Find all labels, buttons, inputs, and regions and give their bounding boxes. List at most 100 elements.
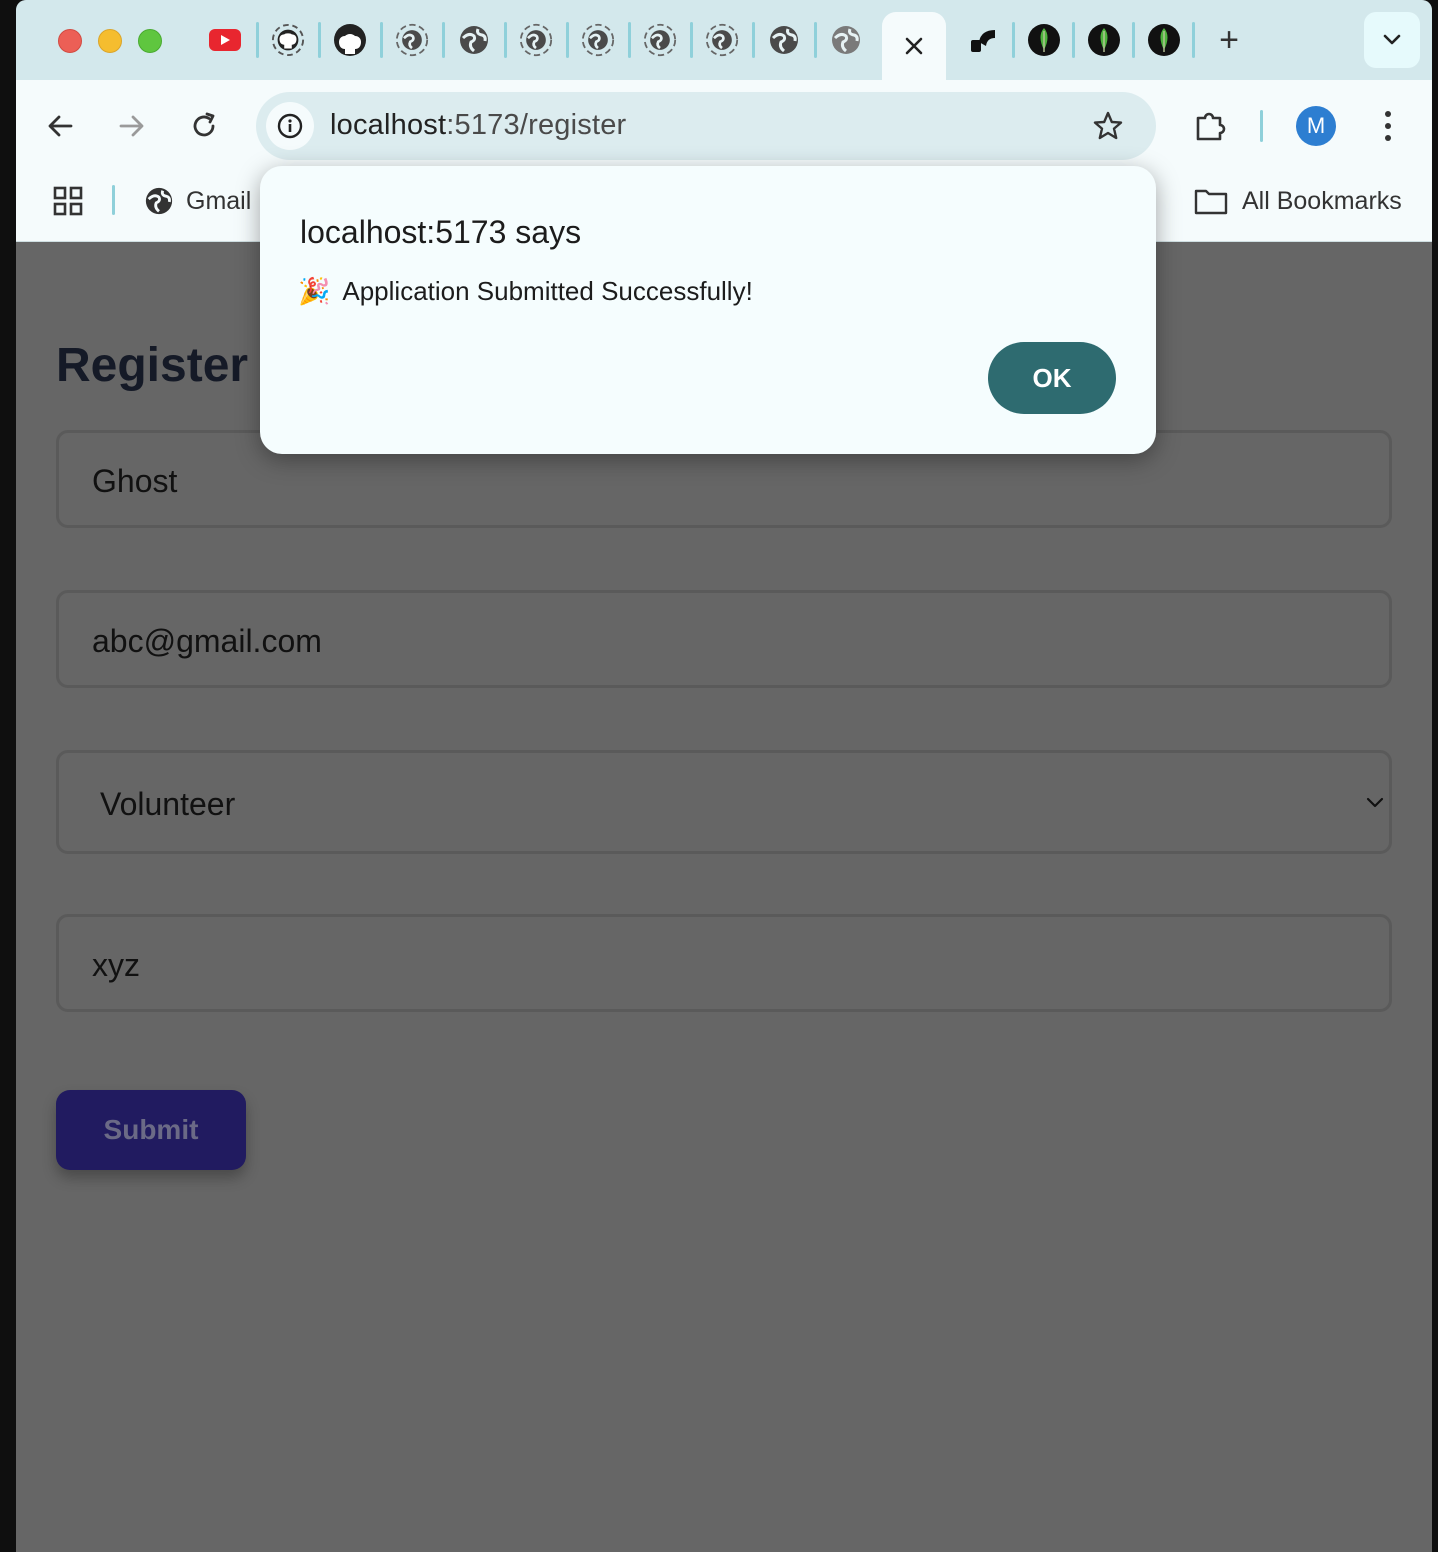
- all-bookmarks-label: All Bookmarks: [1242, 186, 1402, 215]
- bookmark-gmail-label: Gmail: [186, 186, 252, 215]
- maximize-window-button[interactable]: [138, 29, 162, 53]
- bookmarks-separator: [112, 185, 115, 215]
- minimize-window-button[interactable]: [98, 29, 122, 53]
- tab-mongodb-3[interactable]: [1147, 23, 1181, 57]
- tab-github-loading[interactable]: [271, 23, 305, 57]
- tab-separator: [380, 22, 383, 58]
- folder-icon: [1194, 189, 1228, 215]
- tab-globe-2[interactable]: [767, 23, 801, 57]
- tab-separator: [1192, 22, 1195, 58]
- extra-input[interactable]: xyz: [56, 914, 1392, 1012]
- tab-separator: [318, 22, 321, 58]
- browser-toolbar: localhost:5173/register M: [16, 80, 1432, 172]
- bookmark-gmail[interactable]: Gmail: [144, 185, 251, 217]
- extensions-button[interactable]: [1190, 104, 1230, 148]
- tab-render[interactable]: [967, 23, 1001, 57]
- tab-separator: [504, 22, 507, 58]
- tab-mongodb-2[interactable]: [1087, 23, 1121, 57]
- globe-icon: [832, 26, 860, 54]
- github-icon: [334, 24, 366, 56]
- address-bar[interactable]: localhost:5173/register: [256, 92, 1156, 160]
- dialog-message: 🎉 Application Submitted Successfully!: [298, 276, 753, 307]
- tab-youtube[interactable]: [208, 23, 242, 57]
- mongodb-leaf-icon: [1148, 24, 1180, 56]
- browser-menu-button[interactable]: [1370, 104, 1406, 148]
- arrow-left-icon: [48, 115, 73, 137]
- close-window-button[interactable]: [58, 29, 82, 53]
- party-popper-icon: 🎉: [298, 276, 331, 306]
- render-icon: [971, 30, 995, 52]
- globe-loading-icon: [395, 23, 429, 57]
- tab-loading-1[interactable]: [395, 23, 429, 57]
- tab-separator: [566, 22, 569, 58]
- tab-active-register[interactable]: [882, 12, 946, 80]
- site-info-button[interactable]: [266, 102, 314, 150]
- kebab-dot: [1385, 123, 1391, 129]
- submit-button[interactable]: Submit: [56, 1090, 246, 1170]
- tab-separator: [1132, 22, 1135, 58]
- dialog-message-text: Application Submitted Successfully!: [342, 276, 753, 306]
- tab-globe-3[interactable]: [829, 23, 863, 57]
- youtube-icon: [209, 29, 241, 51]
- globe-icon: [460, 26, 488, 54]
- ok-button[interactable]: OK: [988, 342, 1116, 414]
- bookmark-star-button[interactable]: [1090, 108, 1126, 144]
- info-icon: [277, 113, 303, 139]
- forward-button[interactable]: [110, 104, 154, 148]
- chevron-down-icon: [1383, 34, 1401, 45]
- globe-loading-icon: [643, 23, 677, 57]
- github-loading-icon: [271, 23, 305, 57]
- globe-loading-icon: [581, 23, 615, 57]
- close-icon[interactable]: [904, 36, 924, 56]
- alert-dialog: localhost:5173 says 🎉 Application Submit…: [260, 166, 1156, 454]
- email-input[interactable]: abc@gmail.com: [56, 590, 1392, 688]
- tab-github[interactable]: [333, 23, 367, 57]
- role-select-value: Volunteer: [100, 786, 236, 822]
- tab-loading-2[interactable]: [519, 23, 553, 57]
- mongodb-leaf-icon: [1028, 24, 1060, 56]
- kebab-dot: [1385, 135, 1391, 141]
- url-host: localhost: [330, 109, 447, 141]
- tab-separator: [1072, 22, 1075, 58]
- kebab-dot: [1385, 111, 1391, 117]
- tab-loading-5[interactable]: [705, 23, 739, 57]
- globe-loading-icon: [519, 23, 553, 57]
- chevron-down-icon: [1366, 797, 1384, 808]
- email-input-value: abc@gmail.com: [92, 623, 322, 659]
- tab-loading-3[interactable]: [581, 23, 615, 57]
- reload-icon: [193, 112, 215, 137]
- tab-loading-4[interactable]: [643, 23, 677, 57]
- url-text[interactable]: localhost:5173/register: [330, 109, 626, 142]
- new-tab-button[interactable]: +: [1212, 20, 1246, 60]
- tab-separator: [1012, 22, 1015, 58]
- profile-avatar[interactable]: M: [1296, 106, 1336, 146]
- url-path: :5173/register: [446, 109, 627, 141]
- apps-grid-icon[interactable]: [52, 185, 84, 217]
- tab-separator: [690, 22, 693, 58]
- tab-separator: [628, 22, 631, 58]
- tab-separator: [442, 22, 445, 58]
- star-icon: [1093, 111, 1123, 140]
- back-button[interactable]: [38, 104, 82, 148]
- puzzle-piece-icon: [1196, 112, 1226, 141]
- globe-loading-icon: [705, 23, 739, 57]
- tab-separator: [814, 22, 817, 58]
- name-input-value: Ghost: [92, 463, 178, 499]
- dialog-title: localhost:5173 says: [300, 214, 582, 250]
- toolbar-separator: [1260, 110, 1263, 142]
- tab-strip: +: [16, 0, 1432, 80]
- page-title: Register: [56, 339, 249, 392]
- all-bookmarks-button[interactable]: All Bookmarks: [1194, 185, 1402, 217]
- tab-search-button[interactable]: [1364, 12, 1420, 68]
- tab-globe-1[interactable]: [457, 23, 491, 57]
- role-select[interactable]: Volunteer: [56, 750, 1392, 854]
- tab-separator: [256, 22, 259, 58]
- arrow-right-icon: [119, 115, 144, 137]
- tab-separator: [752, 22, 755, 58]
- globe-icon: [145, 187, 173, 215]
- reload-button[interactable]: [182, 104, 226, 148]
- globe-icon: [770, 26, 798, 54]
- extra-input-value: xyz: [92, 947, 140, 983]
- tab-mongodb-1[interactable]: [1027, 23, 1061, 57]
- mongodb-leaf-icon: [1088, 24, 1120, 56]
